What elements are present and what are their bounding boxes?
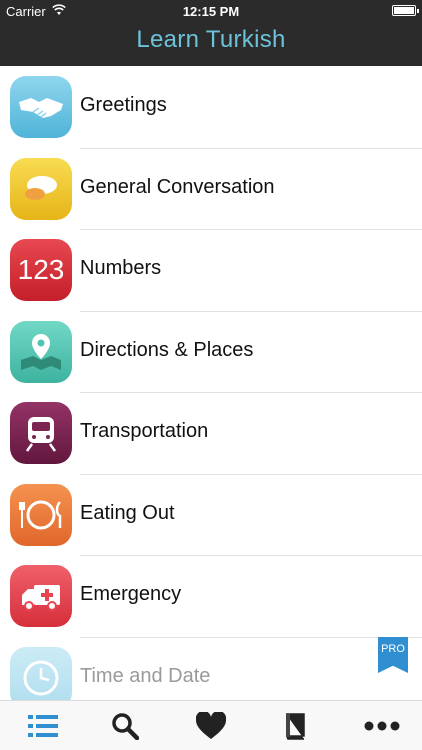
category-greetings[interactable]: Greetings [0, 66, 422, 149]
page-title: Learn Turkish [136, 26, 286, 53]
tab-search[interactable] [110, 711, 140, 741]
status-bar: Carrier 12:15 PM [0, 0, 422, 22]
category-label: Transportation [80, 420, 209, 442]
category-label: Numbers [80, 257, 162, 279]
category-label: General Conversation [80, 175, 275, 198]
handshake-icon [10, 76, 72, 138]
tab-favorites[interactable] [196, 711, 226, 741]
heart-icon [196, 712, 226, 739]
train-icon [10, 402, 72, 464]
category-transportation[interactable]: Transportation [0, 392, 422, 475]
status-time: 12:15 PM [182, 4, 240, 19]
category-time-and-date[interactable]: Time and Date [0, 637, 422, 700]
search-icon [112, 713, 139, 740]
navigation-bar: Carrier 12:15 PM Learn Turkish [0, 0, 422, 66]
category-label: Emergency [80, 583, 182, 605]
category-label: Directions & Places [80, 338, 254, 361]
tab-more[interactable] [364, 711, 400, 741]
more-icon [364, 721, 400, 731]
category-eating-out[interactable]: Eating Out [0, 474, 422, 556]
category-label: Eating Out [80, 501, 175, 524]
book-icon [286, 713, 305, 740]
ambulance-icon [10, 565, 72, 627]
category-emergency[interactable]: Emergency [0, 555, 422, 638]
tab-phrasebook[interactable] [280, 711, 310, 741]
category-list: Greetings General Conversation 123 Numbe… [0, 66, 422, 700]
map-pin-icon [10, 320, 72, 383]
tab-bar [0, 700, 422, 750]
numbers-icon-text: 123 [17, 254, 65, 285]
category-general-conversation[interactable]: General Conversation [0, 148, 422, 230]
tab-list[interactable] [28, 711, 58, 741]
category-directions-places[interactable]: Directions & Places [0, 311, 422, 393]
list-icon [28, 715, 58, 737]
category-label: Greetings [80, 94, 167, 116]
category-numbers[interactable]: 123 Numbers [0, 229, 422, 312]
battery-icon [392, 5, 419, 16]
category-label: Time and Date [80, 664, 211, 687]
clock-icon [10, 646, 72, 700]
speech-bubbles-icon [10, 157, 72, 220]
plate-icon [10, 483, 72, 546]
numbers-icon: 123 [10, 239, 72, 301]
